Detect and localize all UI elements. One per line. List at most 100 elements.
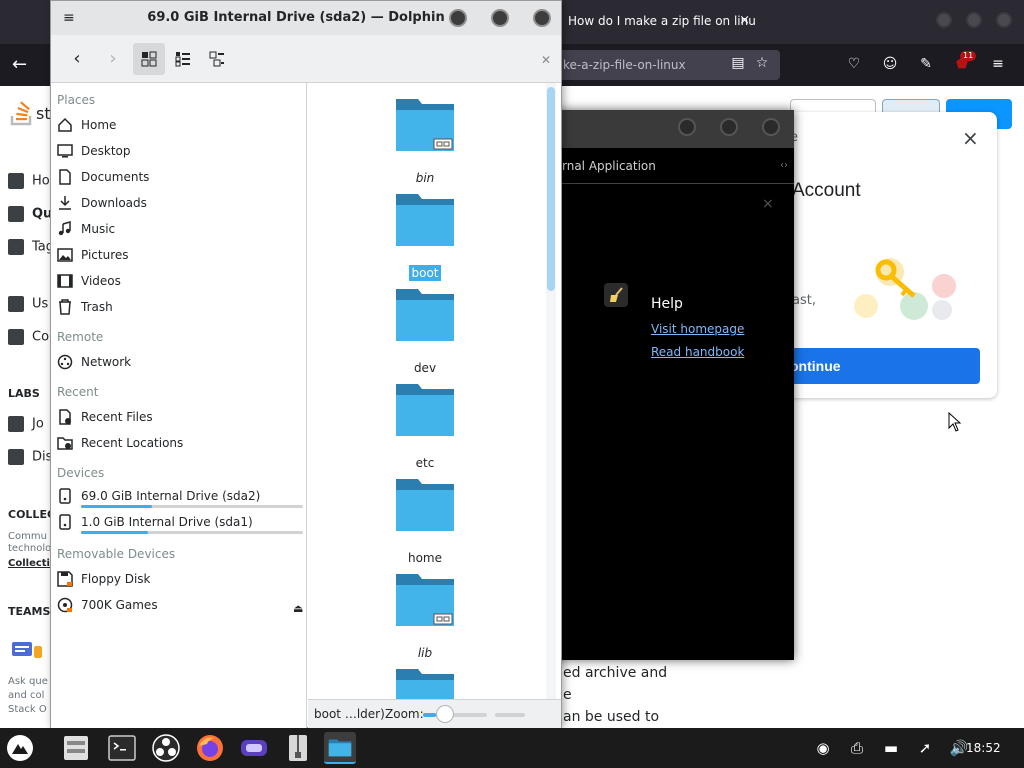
place-pictures[interactable]: Pictures <box>57 244 301 266</box>
zoom-slider[interactable] <box>423 713 487 717</box>
details-view-button[interactable] <box>201 43 233 75</box>
compact-view-button[interactable] <box>167 43 199 75</box>
dolphin-taskbar-button[interactable] <box>324 732 356 764</box>
back-button[interactable]: ‹ <box>61 43 93 75</box>
tab-title: How do I make a zip file on linu <box>568 14 756 28</box>
place-recent-locations[interactable]: Recent Locations <box>57 432 301 454</box>
dolphin-titlebar[interactable]: ≡ 69.0 GiB Internal Drive (sda2) — Dolph… <box>51 1 561 35</box>
icons-view-button[interactable] <box>133 43 165 75</box>
so-nav-users[interactable]: Us <box>8 296 48 312</box>
account-icon[interactable]: ☺ <box>881 55 899 73</box>
folder-icon <box>396 479 454 531</box>
place-music[interactable]: Music <box>57 218 301 240</box>
place-network[interactable]: Network <box>57 351 301 373</box>
visit-homepage-link[interactable]: Visit homepage <box>651 322 744 336</box>
folder-item[interactable]: bin <box>348 97 502 189</box>
file-manager-icon[interactable] <box>60 732 92 764</box>
folder-item[interactable]: home <box>348 477 502 569</box>
clock[interactable]: 18:52 <box>966 738 1001 758</box>
read-handbook-link[interactable]: Read handbook <box>651 345 744 359</box>
place-documents[interactable]: Documents <box>57 166 301 188</box>
network-icon <box>57 354 73 370</box>
folder-item[interactable]: boot <box>348 192 502 284</box>
scrollbar-handle[interactable] <box>547 87 555 291</box>
so-nav-home[interactable]: Ho <box>8 173 50 189</box>
scroll-arrows-icon[interactable]: ‹› <box>780 148 788 183</box>
eject-icon[interactable]: ⏏ <box>293 598 303 620</box>
display-icon[interactable]: ▬ <box>880 738 902 758</box>
collectives-link[interactable]: Collecti <box>8 558 50 570</box>
so-nav-questions[interactable]: Qu <box>8 206 52 222</box>
dolphin-icon <box>328 739 352 757</box>
folder-icon <box>396 289 454 341</box>
maximize-button[interactable] <box>966 12 982 28</box>
file-view[interactable]: bin boot dev etc home lib <box>308 83 561 699</box>
reader-mode-icon[interactable]: ▤ <box>730 55 746 71</box>
status-bar: boot …lder) Zoom: <box>308 699 561 729</box>
bookmark-star-icon[interactable]: ☆ <box>754 55 770 71</box>
folder-name: boot <box>409 265 441 281</box>
so-nav-jobs[interactable]: Jo <box>8 416 44 432</box>
forward-button[interactable]: › <box>97 43 129 75</box>
so-nav-discussions[interactable]: Dis <box>8 449 52 465</box>
mouse-cursor-icon <box>948 412 962 432</box>
close-icon[interactable]: × <box>962 126 979 150</box>
folder-item[interactable]: lib <box>348 572 502 664</box>
folder-icon <box>396 384 454 436</box>
obs-tray-icon[interactable]: ◉ <box>812 738 834 758</box>
place-videos[interactable]: Videos <box>57 270 301 292</box>
system-tray: ◉ ⎙ ▬ ➚ 🔊 <box>812 738 970 758</box>
folder-item[interactable]: etc <box>348 382 502 474</box>
minimize-button[interactable] <box>678 118 696 136</box>
minimize-button[interactable] <box>449 9 467 27</box>
close-icon[interactable]: × <box>762 196 774 212</box>
hard-drive-icon <box>59 488 71 504</box>
maximize-button[interactable] <box>720 118 738 136</box>
pocket-icon[interactable]: ♡ <box>845 55 863 73</box>
cdrom-icon <box>57 597 73 613</box>
firefox-tab[interactable]: How do I make a zip file on linu × <box>560 4 760 38</box>
disk-usage-bar <box>81 531 303 534</box>
black-window-titlebar[interactable] <box>548 110 794 148</box>
minimize-button[interactable] <box>936 12 952 28</box>
folder-icon <box>396 574 454 626</box>
continue-button[interactable]: ontinue <box>780 348 980 384</box>
place-recent-files[interactable]: Recent Files <box>57 406 301 428</box>
stackoverflow-logo-icon[interactable] <box>8 98 38 128</box>
obs-icon[interactable] <box>150 732 182 764</box>
passkey-illustration-icon <box>854 258 956 320</box>
teams-illustration-icon <box>12 642 42 658</box>
device-cdrom[interactable]: 700K Games ⏏ <box>57 594 303 616</box>
downloads-icon <box>59 196 71 210</box>
folder-item[interactable]: dev <box>348 287 502 379</box>
device-floppy[interactable]: Floppy Disk <box>57 568 301 590</box>
launcher-icon[interactable] <box>4 732 36 764</box>
place-trash[interactable]: Trash <box>57 296 301 318</box>
archiver-icon[interactable] <box>282 732 314 764</box>
back-arrow-icon[interactable]: ← <box>12 54 27 75</box>
extensions-icon[interactable]: ✎ <box>917 55 935 73</box>
place-home[interactable]: Home <box>57 114 301 136</box>
place-desktop[interactable]: Desktop <box>57 140 301 162</box>
zoom-slider-handle[interactable] <box>436 705 454 723</box>
folder-item[interactable] <box>348 667 502 699</box>
close-button[interactable] <box>533 9 551 27</box>
close-button[interactable] <box>996 12 1012 28</box>
folder-name: dev <box>413 361 437 375</box>
printer-icon[interactable]: ⎙ <box>846 738 868 758</box>
so-nav-tags[interactable]: Tag <box>8 239 54 255</box>
maximize-button[interactable] <box>491 9 509 27</box>
tab-close-icon[interactable]: × <box>739 4 750 38</box>
game-icon[interactable] <box>238 732 270 764</box>
terminal-icon[interactable] <box>106 732 138 764</box>
teams-heading: TEAMS <box>8 605 51 618</box>
so-nav-companies[interactable]: Co <box>8 329 49 345</box>
place-downloads[interactable]: Downloads <box>57 192 301 214</box>
firefox-icon[interactable] <box>194 732 226 764</box>
device-sda1[interactable]: 1.0 GiB Internal Drive (sda1) <box>57 511 303 534</box>
close-button[interactable] <box>762 118 780 136</box>
menu-icon[interactable]: ≡ <box>989 55 1007 73</box>
network-tray-icon[interactable]: ➚ <box>914 738 936 758</box>
device-sda2[interactable]: 69.0 GiB Internal Drive (sda2) <box>57 485 303 508</box>
toolbar-close-icon[interactable]: ✕ <box>541 53 551 67</box>
